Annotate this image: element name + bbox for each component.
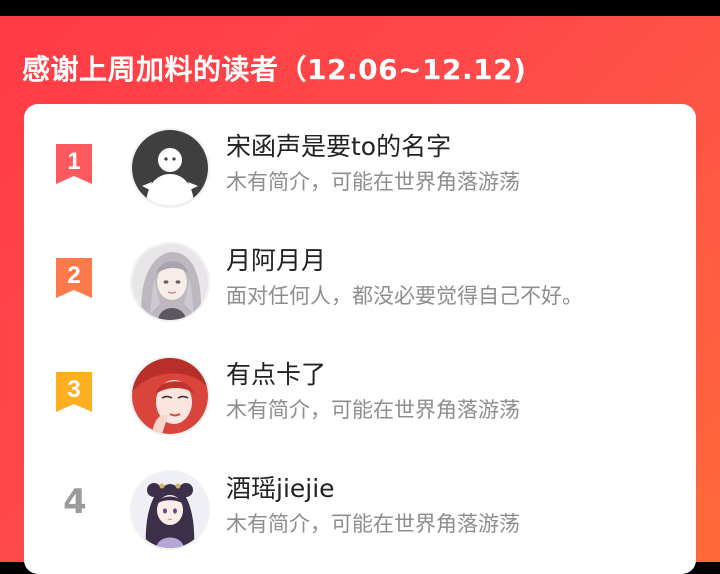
- rank-3-ribbon-icon: 3: [54, 370, 94, 414]
- rank-number: 4: [63, 482, 87, 522]
- rank-number: 3: [67, 376, 80, 403]
- reader-list-card: 1 宋函声是要to的名字 木有简介，可能在世界角落游荡 2 月阿月月 面对任何人…: [24, 104, 696, 574]
- anime-girl-avatar[interactable]: [130, 470, 210, 550]
- reader-row-4[interactable]: 4 酒瑶jiejie 木有简介，可能在世界角落游荡: [24, 446, 696, 560]
- silver-hair-girl-avatar[interactable]: [130, 242, 210, 322]
- reader-row-2[interactable]: 2 月阿月月 面对任何人，都没必要觉得自己不好。: [24, 218, 696, 332]
- reader-name[interactable]: 宋函声是要to的名字: [226, 128, 451, 166]
- reader-bio: 木有简介，可能在世界角落游荡: [226, 398, 520, 422]
- rank-number: 2: [67, 262, 80, 289]
- reader-bio: 面对任何人，都没必要觉得自己不好。: [226, 284, 583, 308]
- rank-1-ribbon-icon: 1: [54, 142, 94, 186]
- status-bar: [0, 0, 720, 16]
- red-hair-girl-avatar[interactable]: [130, 356, 210, 436]
- rank-2-ribbon-icon: 2: [54, 256, 94, 300]
- reader-row-1[interactable]: 1 宋函声是要to的名字 木有简介，可能在世界角落游荡: [24, 104, 696, 218]
- reader-name[interactable]: 月阿月月: [226, 242, 326, 280]
- reader-bio: 木有简介，可能在世界角落游荡: [226, 512, 520, 536]
- reader-name[interactable]: 有点卡了: [226, 356, 326, 394]
- rank-number: 1: [67, 148, 80, 175]
- default-avatar-icon[interactable]: [130, 128, 210, 208]
- reader-name[interactable]: 酒瑶jiejie: [226, 470, 335, 508]
- reader-bio: 木有简介，可能在世界角落游荡: [226, 170, 520, 194]
- page-title: 感谢上周加料的读者（12.06~12.12): [22, 53, 527, 86]
- reader-row-3[interactable]: 3 有点卡了 木有简介，可能在世界角落游荡: [24, 332, 696, 446]
